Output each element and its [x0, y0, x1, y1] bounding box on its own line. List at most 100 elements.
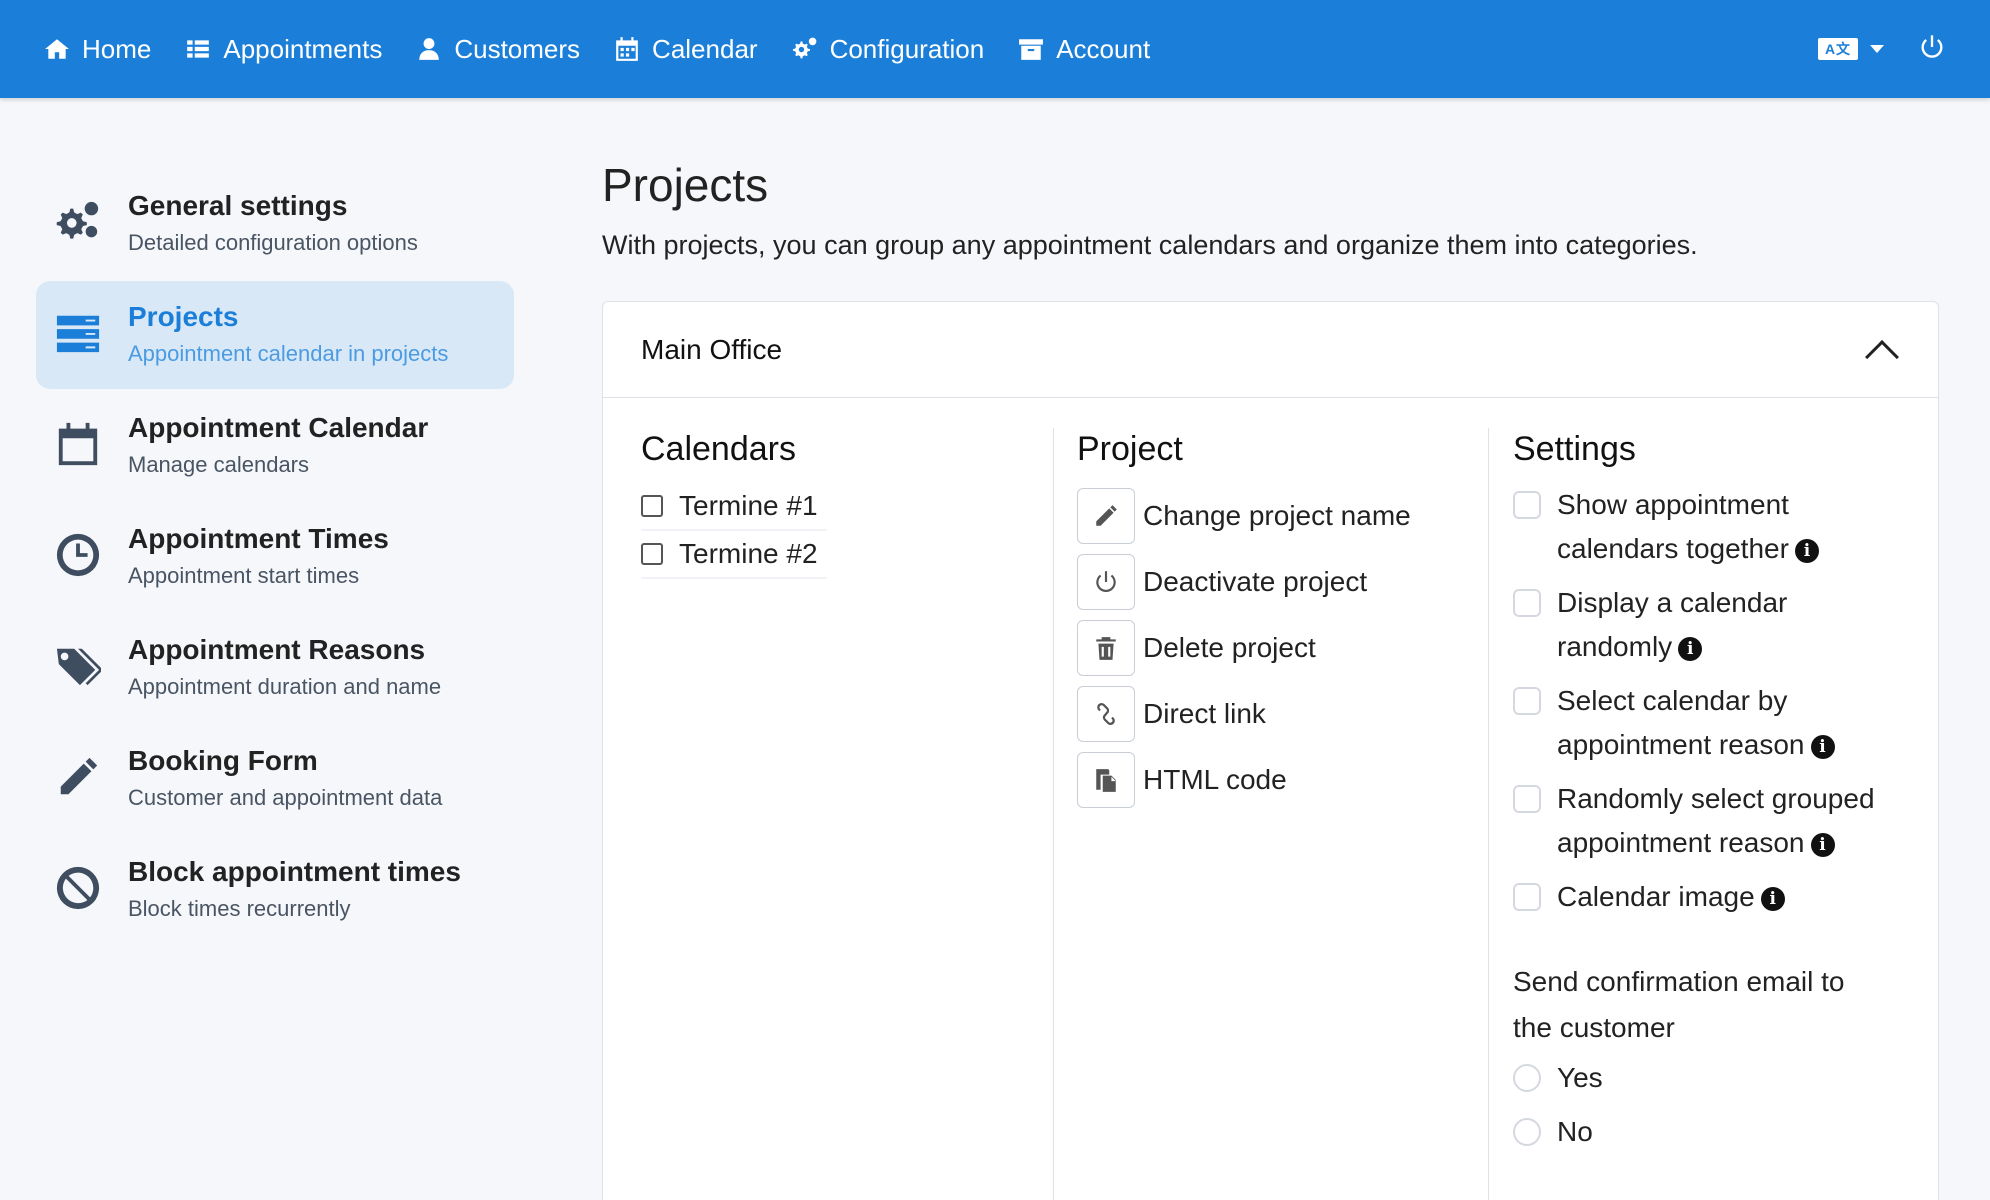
info-icon[interactable]: i	[1794, 538, 1819, 563]
settings-sidebar: General settings Detailed configuration …	[36, 170, 514, 947]
calendar-item: Termine #2	[641, 531, 827, 579]
action-label: Change project name	[1143, 500, 1411, 531]
setting-line-1: Display a calendar	[1557, 587, 1788, 618]
confirm-line-1: Send confirmation email to	[1513, 966, 1845, 997]
sidebar-item-general-settings[interactable]: General settings Detailed configuration …	[36, 170, 514, 278]
tags-icon-wrap	[54, 642, 102, 690]
direct-link-button[interactable]	[1077, 686, 1135, 742]
action-label: Direct link	[1143, 698, 1266, 729]
setting-checkbox[interactable]	[1513, 883, 1541, 911]
top-right-actions: A文	[1818, 0, 1946, 98]
chevron-up-icon[interactable]	[1865, 339, 1899, 374]
info-icon[interactable]: i	[1678, 636, 1703, 661]
list-icon	[187, 40, 210, 58]
sidebar-item-subtitle: Appointment duration and name	[128, 674, 442, 699]
change-project-name-action[interactable]: Change project name	[1077, 483, 1411, 549]
calendars-heading: Calendars	[641, 430, 796, 468]
setting-line-2: appointment reason	[1557, 729, 1805, 760]
radio-yes[interactable]	[1513, 1064, 1541, 1092]
clock-icon-wrap	[54, 531, 102, 579]
gears-icon-wrap	[54, 198, 102, 246]
info-icon[interactable]: i	[1810, 832, 1835, 857]
sidebar-item-block-times[interactable]: Block appointment times Block times recu…	[36, 836, 514, 944]
radio-no[interactable]	[1513, 1118, 1541, 1146]
nav-home[interactable]: Home	[44, 0, 151, 98]
nav-customers[interactable]: Customers	[416, 0, 580, 98]
radio-no-option[interactable]: No	[1513, 1105, 1913, 1159]
setting-line-1: Randomly select grouped	[1557, 783, 1875, 814]
user-icon	[419, 38, 440, 60]
confirmation-email-label: Send confirmation email to the customer	[1513, 959, 1913, 1051]
sidebar-item-title: Appointment Times	[128, 523, 389, 554]
sidebar-item-appointment-calendar[interactable]: Appointment Calendar Manage calendars	[36, 392, 514, 500]
pencil-icon	[1096, 505, 1117, 526]
html-code-action[interactable]: HTML code	[1077, 747, 1411, 813]
gears-icon	[56, 201, 99, 239]
setting-checkbox[interactable]	[1513, 785, 1541, 813]
nav-account[interactable]: Account	[1018, 0, 1150, 98]
gears-icon	[792, 37, 816, 59]
setting-option: Randomly select grouped appointment reaso…	[1513, 777, 1913, 865]
project-card-header[interactable]: Main Office	[603, 302, 1938, 398]
direct-link-action[interactable]: Direct link	[1077, 681, 1411, 747]
calendar-checkbox[interactable]	[641, 543, 663, 565]
sidebar-item-subtitle: Manage calendars	[128, 452, 310, 477]
setting-option: Show appointment calendars together i	[1513, 483, 1913, 571]
change-name-button[interactable]	[1077, 488, 1135, 544]
nav-appointments-label: Appointments	[223, 33, 383, 64]
column-divider	[1053, 428, 1054, 1200]
setting-checkbox[interactable]	[1513, 687, 1541, 715]
setting-text: Randomly select grouped appointment reaso…	[1557, 777, 1875, 865]
calendar-icon	[616, 37, 638, 61]
sidebar-item-title: Booking Form	[128, 745, 318, 776]
sidebar-item-appointment-times[interactable]: Appointment Times Appointment start time…	[36, 503, 514, 611]
server-icon-wrap	[54, 309, 102, 357]
nav-account-label: Account	[1056, 33, 1151, 64]
sidebar-item-subtitle: Detailed configuration options	[128, 230, 418, 255]
nav-configuration-label: Configuration	[829, 33, 985, 64]
setting-checkbox[interactable]	[1513, 589, 1541, 617]
calendar-checkbox[interactable]	[641, 495, 663, 517]
html-code-button[interactable]	[1077, 752, 1135, 808]
pencil-icon	[60, 757, 98, 795]
nav-configuration[interactable]: Configuration	[792, 0, 985, 98]
radio-yes-option[interactable]: Yes	[1513, 1051, 1913, 1105]
deactivate-project-action[interactable]: Deactivate project	[1077, 549, 1411, 615]
trash-icon	[1096, 637, 1116, 660]
setting-option: Display a calendar randomly i	[1513, 581, 1913, 669]
calendar-item: Termine #1	[641, 483, 827, 531]
sidebar-item-subtitle: Block times recurrently	[128, 896, 351, 921]
setting-line-2: appointment reason	[1557, 827, 1805, 858]
delete-project-action[interactable]: Delete project	[1077, 615, 1411, 681]
sidebar-item-title: Block appointment times	[128, 856, 461, 887]
nav-home-label: Home	[82, 33, 152, 64]
action-label: Deactivate project	[1143, 566, 1368, 597]
top-navbar: Home Appointments Customers Calendar Con…	[0, 0, 1990, 98]
sidebar-item-booking-form[interactable]: Booking Form Customer and appointment da…	[36, 725, 514, 833]
logout-button[interactable]	[1918, 33, 1946, 66]
info-icon[interactable]: i	[1810, 734, 1835, 759]
setting-checkbox[interactable]	[1513, 491, 1541, 519]
calendar-icon-wrap	[54, 420, 102, 468]
sidebar-item-projects[interactable]: Projects Appointment calendar in project…	[36, 281, 514, 389]
setting-text: Select calendar by appointment reason i	[1557, 679, 1835, 767]
sidebar-item-appointment-reasons[interactable]: Appointment Reasons Appointment duration…	[36, 614, 514, 722]
setting-text: Display a calendar randomly i	[1557, 581, 1787, 669]
archive-icon	[1019, 39, 1044, 60]
setting-line-1: Show appointment	[1557, 489, 1789, 520]
pencil-icon-wrap	[54, 753, 102, 801]
nav-calendar[interactable]: Calendar	[614, 0, 758, 98]
ban-icon-wrap	[54, 864, 102, 912]
deactivate-button[interactable]	[1077, 554, 1135, 610]
sidebar-item-title: Appointment Calendar	[128, 412, 429, 443]
setting-line-2: calendars together	[1557, 533, 1789, 564]
column-divider	[1488, 428, 1489, 1200]
info-icon[interactable]: i	[1760, 886, 1785, 911]
nav-calendar-label: Calendar	[652, 33, 758, 64]
nav-customers-label: Customers	[454, 33, 581, 64]
language-dropdown[interactable]: A文	[1818, 38, 1884, 60]
delete-button[interactable]	[1077, 620, 1135, 676]
tags-icon	[56, 648, 101, 686]
nav-appointments[interactable]: Appointments	[185, 0, 382, 98]
confirm-line-2: the customer	[1513, 1012, 1675, 1043]
